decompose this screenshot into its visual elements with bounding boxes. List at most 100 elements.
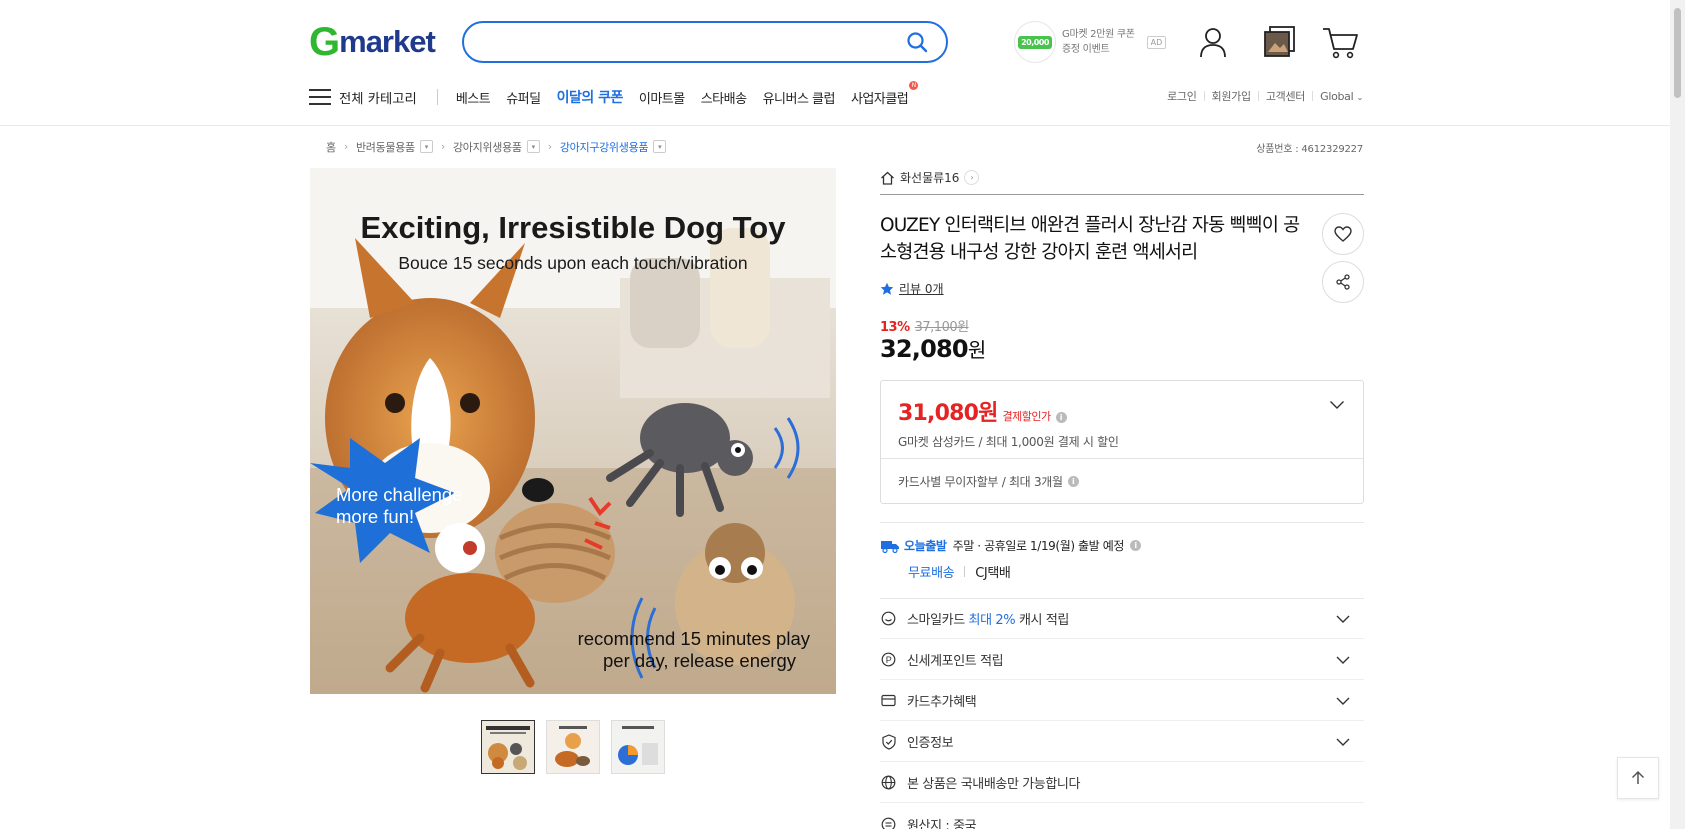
image-bottom-line-1: recommend 15 minutes play	[578, 628, 811, 649]
logo-text: market	[339, 24, 436, 59]
accordion-label: 신세계포인트 적립	[907, 654, 1004, 669]
signup-link[interactable]: 회원가입	[1212, 88, 1252, 104]
header-divider	[0, 125, 1670, 126]
accordion-card-benefits[interactable]: 카드추가혜택	[880, 681, 1364, 721]
share-icon	[1336, 274, 1350, 290]
breadcrumb-dropdown-icon[interactable]: ▾	[419, 140, 433, 153]
document-icon	[880, 816, 897, 829]
info-icon[interactable]: i	[1130, 540, 1142, 551]
heart-icon	[1334, 226, 1352, 242]
domestic-shipping-notice: 본 상품은 국내배송만 가능합니다	[880, 763, 1364, 803]
nav-universe-club[interactable]: 유니버스 클럽	[763, 88, 836, 107]
coupon-ad-banner[interactable]: 20,000 G마켓 2만원 쿠폰 증정 이벤트 AD	[1014, 21, 1167, 63]
nav-star-delivery[interactable]: 스타배송	[701, 88, 747, 107]
utility-links: 로그인 회원가입 고객센터 Global ⌄	[1167, 88, 1363, 104]
origin-label: 원산지 : 중국	[907, 818, 977, 829]
accordion-highlight: 최대 2%	[968, 613, 1016, 628]
all-category-label: 전체 카테고리	[339, 91, 417, 107]
card-discount-expand-button[interactable]	[1329, 399, 1345, 414]
breadcrumb-current[interactable]: 강아지구강위생용품	[560, 139, 649, 155]
shipping-today-row: 오늘출발 주말 · 공휴일로 1/19(월) 출발 예정 i	[880, 537, 1142, 554]
info-icon[interactable]: i	[1067, 476, 1079, 487]
wishlist-button[interactable]	[1322, 213, 1364, 255]
accordion-label: 카드추가혜택	[907, 695, 977, 710]
scrollbar-thumb[interactable]	[1674, 8, 1681, 98]
nav-business-club-wrap[interactable]: 사업자클럽 N	[851, 80, 919, 107]
original-price: 37,100원	[914, 320, 969, 335]
shipping-method-row: 무료배송 CJ택배	[908, 562, 1141, 581]
review-count: 리뷰 0개	[899, 282, 944, 296]
info-icon[interactable]: i	[1055, 412, 1067, 423]
accordion-certification[interactable]: 인증정보	[880, 722, 1364, 762]
thumbnail-2[interactable]	[546, 720, 600, 774]
today-shipping-label: 오늘출발	[904, 539, 947, 553]
ad-badge: AD	[1146, 35, 1167, 49]
chevron-right-icon: ›	[343, 140, 348, 153]
accordion-shinsegae-point[interactable]: P 신세계포인트 적립	[880, 640, 1364, 680]
card-discount-box: 31,080원 결제할인가 i G마켓 삼성카드 / 최대 1,000원 결제 …	[880, 380, 1364, 504]
nav-superdeal[interactable]: 슈퍼딜	[506, 88, 541, 107]
search-bar	[462, 21, 948, 63]
breadcrumb-home[interactable]: 홈	[326, 139, 336, 155]
point-icon: P	[880, 651, 897, 668]
review-summary[interactable]: 리뷰 0개	[880, 280, 944, 297]
my-page-button[interactable]	[1195, 24, 1231, 60]
breadcrumb-dropdown-icon[interactable]: ▾	[526, 140, 540, 153]
truck-icon	[881, 540, 899, 553]
card-discount-detail: G마켓 삼성카드 / 최대 1,000원 결제 시 할인	[898, 435, 1119, 449]
gmarket-logo[interactable]: Gmarket	[309, 20, 436, 64]
user-icon	[1200, 28, 1226, 58]
card-discount-label: 결제할인가	[1002, 410, 1052, 423]
nav-monthly-coupon[interactable]: 이달의 쿠폰	[557, 87, 624, 107]
arrow-up-icon	[1631, 770, 1645, 784]
breadcrumb-level-2[interactable]: 강아지위생용품	[453, 139, 522, 155]
product-number: 상품번호 : 4612329227	[1256, 144, 1363, 155]
hamburger-icon	[309, 89, 331, 105]
new-badge: N	[909, 80, 919, 90]
thumbnail-3[interactable]	[611, 720, 665, 774]
star-icon	[880, 282, 894, 295]
store-link[interactable]: 화선물류16 ›	[880, 169, 980, 186]
util-divider	[1203, 91, 1205, 101]
store-divider	[880, 194, 1364, 195]
chevron-down-icon	[1336, 613, 1350, 628]
util-divider	[1312, 91, 1314, 101]
search-input[interactable]	[480, 34, 904, 50]
nav-best[interactable]: 베스트	[456, 88, 491, 107]
chevron-right-icon: ›	[964, 170, 980, 185]
main-nav: 전체 카테고리 베스트 슈퍼딜 이달의 쿠폰 이마트몰 스타배송 유니버스 클럽…	[309, 80, 924, 110]
accordion-smile-card[interactable]: 스마일카드 최대 2% 캐시 적립	[880, 599, 1364, 639]
chevron-right-icon: ›	[547, 140, 552, 153]
ad-line-2: 증정 이벤트	[1062, 44, 1110, 55]
all-category-button[interactable]: 전체 카테고리	[309, 88, 417, 107]
smile-icon	[880, 610, 897, 627]
breadcrumb-level-1[interactable]: 반려동물용품	[356, 139, 415, 155]
recent-product-icon	[1264, 26, 1295, 57]
share-button[interactable]	[1322, 261, 1364, 303]
home-icon	[881, 171, 894, 185]
login-link[interactable]: 로그인	[1167, 88, 1197, 104]
cart-button[interactable]	[1320, 24, 1360, 60]
customer-center-link[interactable]: 고객센터	[1266, 88, 1306, 104]
breadcrumb-dropdown-icon[interactable]: ▾	[653, 140, 667, 153]
discount-percent: 13%	[880, 320, 910, 335]
thumbnail-1[interactable]	[481, 720, 535, 774]
nav-emart-mall[interactable]: 이마트몰	[639, 88, 685, 107]
product-main-image[interactable]: Exciting, Irresistible Dog Toy Bouce 15 …	[310, 168, 836, 694]
product-photo: Exciting, Irresistible Dog Toy Bouce 15 …	[310, 168, 836, 694]
card-discount-price-row: 31,080원 결제할인가 i	[898, 395, 1119, 427]
credit-card-icon	[880, 692, 897, 709]
accordion-text: 캐시 적립	[1015, 613, 1069, 628]
card-discount-price: 31,080원	[898, 401, 998, 426]
scroll-to-top-button[interactable]	[1617, 757, 1659, 799]
shipping-divider	[964, 566, 966, 577]
global-link[interactable]: Global ⌄	[1320, 90, 1363, 103]
image-bottom-line-2: per day, release energy	[603, 650, 797, 671]
page-scrollbar[interactable]	[1670, 0, 1685, 829]
card-discount-summary: 31,080원 결제할인가 i G마켓 삼성카드 / 최대 1,000원 결제 …	[898, 395, 1119, 450]
chevron-down-icon	[1330, 401, 1344, 409]
search-button[interactable]	[904, 29, 930, 55]
product-title: OUZEY 인터랙티브 애완견 플러시 장난감 자동 삑삑이 공 소형견용 내구…	[880, 215, 1300, 263]
cart-icon	[1323, 28, 1358, 59]
recent-items-button[interactable]	[1261, 24, 1297, 60]
